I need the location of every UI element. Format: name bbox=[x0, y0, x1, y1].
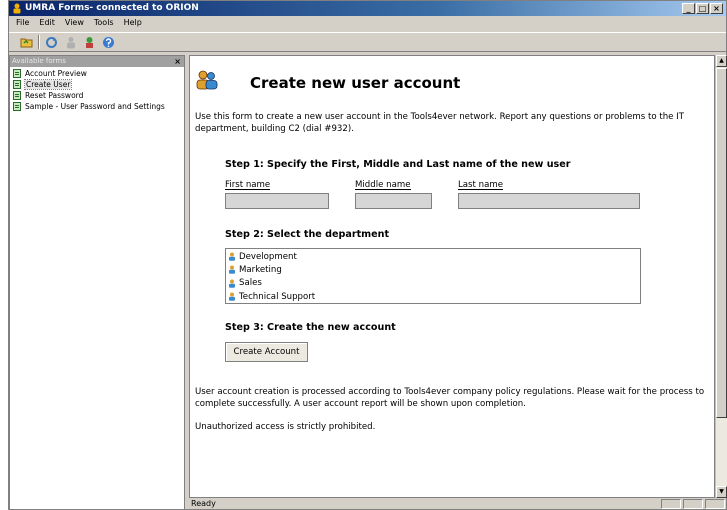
form-item-sample-user-password[interactable]: Sample - User Password and Settings bbox=[10, 101, 184, 112]
step-1-title: Step 1: Specify the First, Middle and La… bbox=[225, 159, 571, 170]
department-label: Sales bbox=[239, 278, 262, 289]
user-icon[interactable] bbox=[63, 35, 78, 50]
middle-name-input[interactable] bbox=[355, 193, 432, 209]
form-document-icon bbox=[13, 80, 21, 89]
app-window: UMRA Forms- connected to ORION _ □ × Fil… bbox=[8, 0, 727, 510]
form-document-icon bbox=[13, 69, 21, 78]
toolbar-separator bbox=[38, 35, 40, 49]
status-panel bbox=[705, 499, 725, 509]
open-folder-icon[interactable] bbox=[19, 35, 34, 50]
menu-view[interactable]: View bbox=[60, 16, 89, 30]
status-bar: Ready bbox=[189, 498, 727, 510]
vertical-scrollbar[interactable]: ▲ ▼ bbox=[715, 55, 727, 498]
status-text: Ready bbox=[191, 499, 216, 508]
title-bar[interactable]: UMRA Forms- connected to ORION _ □ × bbox=[9, 1, 726, 16]
sidebar-title: Available forms bbox=[12, 57, 66, 65]
user-icon bbox=[229, 292, 235, 301]
department-item-sales[interactable]: Sales bbox=[228, 277, 640, 290]
first-name-label: First name bbox=[225, 180, 271, 190]
minimize-button[interactable]: _ bbox=[682, 3, 695, 14]
user-icon bbox=[229, 252, 235, 261]
department-item-marketing[interactable]: Marketing bbox=[228, 263, 640, 276]
app-user-icon bbox=[13, 3, 21, 14]
users-icon bbox=[196, 70, 218, 90]
first-name-input[interactable] bbox=[225, 193, 329, 209]
scroll-up-arrow-icon[interactable]: ▲ bbox=[716, 55, 727, 67]
step-2-title: Step 2: Select the department bbox=[225, 229, 390, 240]
form-item-reset-password[interactable]: Reset Password bbox=[10, 90, 184, 101]
close-button[interactable]: × bbox=[710, 3, 723, 14]
sidebar-close-button[interactable]: × bbox=[174, 56, 181, 67]
toolbar bbox=[9, 32, 726, 52]
user-icon bbox=[229, 265, 235, 275]
policy-text: User account creation is processed accor… bbox=[195, 387, 705, 409]
menu-file[interactable]: File bbox=[11, 16, 34, 30]
form-document-icon bbox=[13, 91, 21, 100]
menu-bar: File Edit View Tools Help bbox=[9, 16, 726, 30]
form-content: Create new user account Use this form to… bbox=[189, 55, 715, 498]
page-title: Create new user account bbox=[250, 74, 461, 92]
intro-text: Use this form to create a new user accou… bbox=[195, 112, 684, 134]
form-item-label: Sample - User Password and Settings bbox=[25, 102, 165, 111]
window-controls: _ □ × bbox=[682, 3, 723, 14]
form-item-label: Reset Password bbox=[25, 91, 84, 100]
warning-text: Unauthorized access is strictly prohibit… bbox=[195, 422, 376, 432]
form-item-label: Create User bbox=[23, 79, 73, 90]
form-item-label: Account Preview bbox=[25, 69, 87, 78]
menu-help[interactable]: Help bbox=[119, 16, 147, 30]
department-item-technical-support[interactable]: Technical Support bbox=[228, 290, 640, 303]
middle-name-label: Middle name bbox=[355, 180, 411, 190]
forms-sidebar: Available forms × Account Preview Create… bbox=[9, 55, 185, 510]
maximize-button[interactable]: □ bbox=[696, 3, 709, 14]
last-name-input[interactable] bbox=[458, 193, 640, 209]
user-icon bbox=[229, 279, 235, 288]
status-panel bbox=[661, 499, 681, 509]
network-icon[interactable] bbox=[82, 35, 97, 50]
department-list[interactable]: Development Marketing Sales Technical Su… bbox=[225, 248, 641, 304]
department-label: Marketing bbox=[239, 264, 282, 275]
form-list: Account Preview Create User Reset Passwo… bbox=[10, 67, 184, 112]
window-title: UMRA Forms- connected to ORION bbox=[25, 3, 199, 13]
department-item-development[interactable]: Development bbox=[228, 250, 640, 263]
form-item-create-user[interactable]: Create User bbox=[10, 79, 184, 90]
create-account-button[interactable]: Create Account bbox=[225, 342, 308, 362]
department-label: Technical Support bbox=[239, 291, 316, 302]
step-3-title: Step 3: Create the new account bbox=[225, 322, 396, 333]
form-item-account-preview[interactable]: Account Preview bbox=[10, 68, 184, 79]
form-document-icon bbox=[13, 102, 21, 111]
department-label: Development bbox=[239, 251, 297, 262]
last-name-label: Last name bbox=[458, 180, 504, 190]
scroll-down-arrow-icon[interactable]: ▼ bbox=[716, 486, 727, 498]
sidebar-header: Available forms × bbox=[10, 56, 184, 67]
status-panel bbox=[683, 499, 703, 509]
refresh-icon[interactable] bbox=[44, 35, 59, 50]
help-icon[interactable] bbox=[101, 35, 116, 50]
scroll-thumb[interactable] bbox=[716, 68, 727, 418]
menu-tools[interactable]: Tools bbox=[89, 16, 119, 30]
status-panels bbox=[661, 499, 725, 509]
menu-edit[interactable]: Edit bbox=[34, 16, 60, 30]
